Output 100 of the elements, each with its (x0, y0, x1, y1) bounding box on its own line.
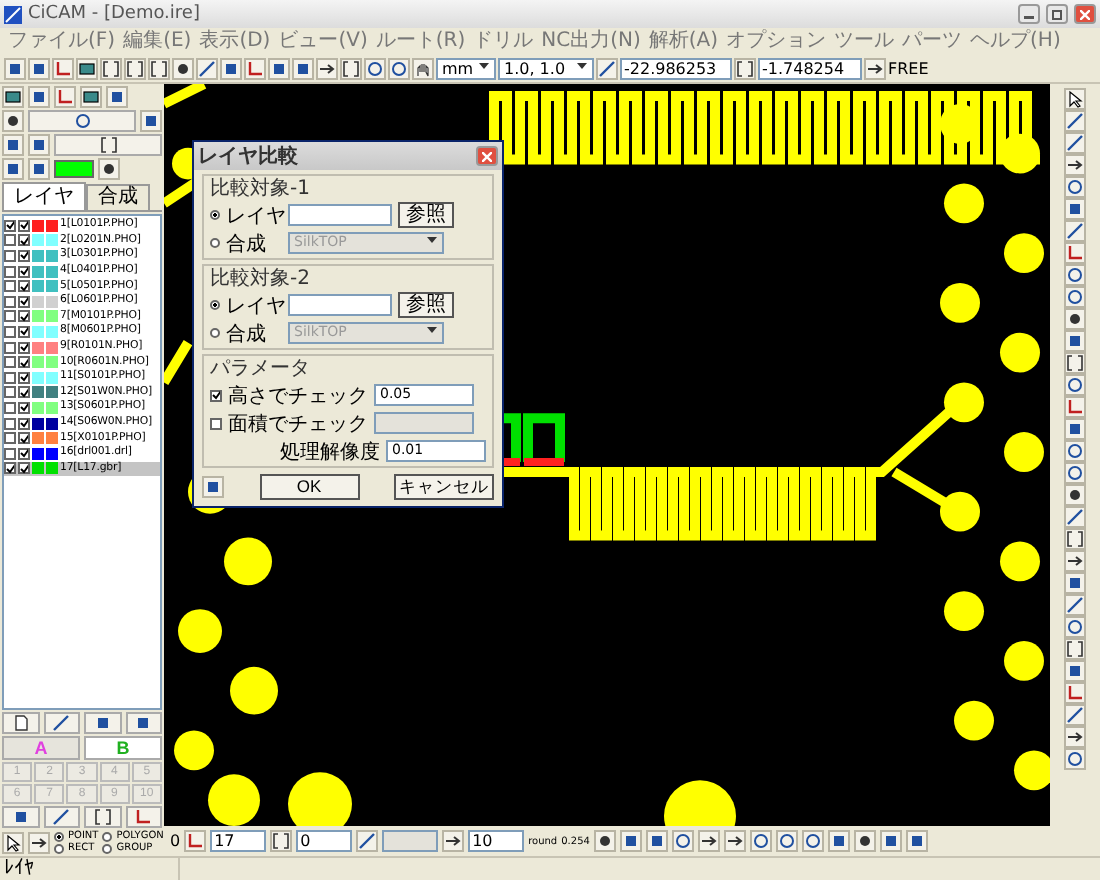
toolbar-button[interactable] (1064, 418, 1086, 440)
toolbar-button[interactable] (619, 830, 642, 852)
toolbar-button[interactable] (196, 58, 218, 80)
toolbar-button[interactable] (1064, 110, 1086, 132)
toolbar-button[interactable] (1064, 550, 1086, 572)
toolbar-button[interactable] (723, 830, 746, 852)
menu-item[interactable]: ヘルプ(H) (966, 30, 1065, 54)
toolbar-button[interactable] (1064, 198, 1086, 220)
option-radio[interactable] (210, 238, 220, 248)
toolbar-button[interactable] (356, 830, 379, 852)
panel-tab[interactable]: 合成 (86, 184, 150, 210)
toolbar-button[interactable] (28, 86, 50, 108)
visible-checkbox[interactable] (18, 310, 30, 323)
active-checkbox[interactable] (4, 447, 16, 460)
toolbar-button[interactable] (801, 830, 824, 852)
menu-item[interactable]: 解析(A) (644, 30, 723, 54)
action-button[interactable] (125, 806, 162, 828)
option-radio[interactable] (210, 328, 220, 338)
toolbar-button[interactable] (292, 58, 314, 80)
current-color-swatch[interactable] (54, 160, 94, 178)
toolbar-button[interactable] (905, 830, 928, 852)
active-checkbox[interactable] (4, 219, 16, 232)
toolbar-button[interactable] (1064, 264, 1086, 286)
toolbar-button[interactable] (148, 58, 170, 80)
toolbar-button[interactable] (749, 830, 772, 852)
visible-checkbox[interactable] (18, 371, 30, 384)
visible-checkbox[interactable] (18, 447, 30, 460)
toolbar-button[interactable] (1064, 132, 1086, 154)
menu-item[interactable]: 編集(E) (119, 30, 196, 54)
toolbar-button[interactable] (442, 830, 465, 852)
toolbar-button[interactable] (853, 830, 876, 852)
toolbar-button[interactable] (388, 58, 410, 80)
visible-checkbox[interactable] (18, 265, 30, 278)
menu-item[interactable]: オプション (722, 30, 831, 54)
active-checkbox[interactable] (4, 295, 16, 308)
toolbar-button[interactable] (140, 110, 162, 132)
aperture-field[interactable]: 10 (468, 830, 525, 852)
aperture-field[interactable]: 0 (296, 830, 353, 852)
option-radio[interactable] (210, 300, 220, 310)
action-button[interactable] (2, 806, 39, 828)
toolbar-button[interactable] (1064, 220, 1086, 242)
toolbar-button[interactable] (697, 830, 720, 852)
maximize-button[interactable] (1046, 4, 1068, 24)
menu-item[interactable]: ファイル(F) (4, 30, 120, 54)
action-button[interactable] (125, 712, 162, 734)
toolbar-button[interactable] (1064, 154, 1086, 176)
action-button[interactable] (43, 712, 80, 734)
active-checkbox[interactable] (4, 432, 16, 445)
toolbar-button[interactable] (364, 58, 386, 80)
toolbar-button[interactable] (4, 58, 26, 80)
toolbar-button[interactable] (1064, 616, 1086, 638)
active-checkbox[interactable] (4, 341, 16, 354)
toolbar-button[interactable] (172, 58, 194, 80)
toolbar-button[interactable] (76, 58, 98, 80)
active-checkbox[interactable] (4, 417, 16, 430)
visible-checkbox[interactable] (18, 432, 30, 445)
toolbar-button[interactable] (98, 158, 120, 180)
toolbar-button[interactable] (671, 830, 694, 852)
x-coordinate-field[interactable]: -22.986253 (620, 58, 732, 80)
toolbar-button[interactable] (270, 830, 293, 852)
visible-checkbox[interactable] (18, 249, 30, 262)
active-checkbox[interactable] (4, 325, 16, 338)
toolbar-button[interactable] (593, 830, 616, 852)
grid-select[interactable]: 1.0, 1.0 (498, 58, 594, 80)
browse-button[interactable]: 参照 (398, 202, 454, 228)
layer-tool-button[interactable] (28, 110, 136, 132)
visible-checkbox[interactable] (18, 356, 30, 369)
visible-checkbox[interactable] (18, 280, 30, 293)
toolbar-button[interactable] (1064, 176, 1086, 198)
toolbar-button[interactable] (1064, 572, 1086, 594)
y-coordinate-field[interactable]: -1.748254 (758, 58, 862, 80)
toolbar-button[interactable] (1064, 704, 1086, 726)
menu-item[interactable]: 表示(D) (195, 30, 275, 54)
toolbar-button[interactable] (1064, 462, 1086, 484)
toolbar-button[interactable] (879, 830, 902, 852)
action-button[interactable] (84, 712, 121, 734)
toolbar-button[interactable] (316, 58, 338, 80)
active-checkbox[interactable] (4, 280, 16, 293)
save-button[interactable] (202, 476, 224, 498)
menu-item[interactable]: NC出力(N) (537, 30, 645, 54)
visible-checkbox[interactable] (18, 462, 30, 475)
toolbar-button[interactable] (2, 134, 24, 156)
toolbar-button[interactable] (1064, 330, 1086, 352)
page-button[interactable] (54, 134, 162, 156)
mode-radio[interactable] (102, 831, 113, 841)
active-checkbox[interactable] (4, 310, 16, 323)
toolbar-button[interactable] (1064, 352, 1086, 374)
menu-item[interactable]: ツール (830, 30, 899, 54)
toolbar-button[interactable] (2, 110, 24, 132)
aperture-field[interactable]: 17 (210, 830, 267, 852)
panel-tab[interactable]: レイヤ (2, 182, 86, 210)
close-button[interactable] (1074, 4, 1096, 24)
menu-item[interactable]: ビュー(V) (274, 30, 372, 54)
toolbar-button[interactable] (1064, 440, 1086, 462)
toolbar-button[interactable] (28, 158, 50, 180)
action-button[interactable] (84, 806, 121, 828)
toolbar-button[interactable] (340, 58, 362, 80)
browse-button[interactable]: 参照 (398, 292, 454, 318)
unit-select[interactable]: mm (436, 58, 496, 80)
mode-radio[interactable] (54, 843, 64, 853)
